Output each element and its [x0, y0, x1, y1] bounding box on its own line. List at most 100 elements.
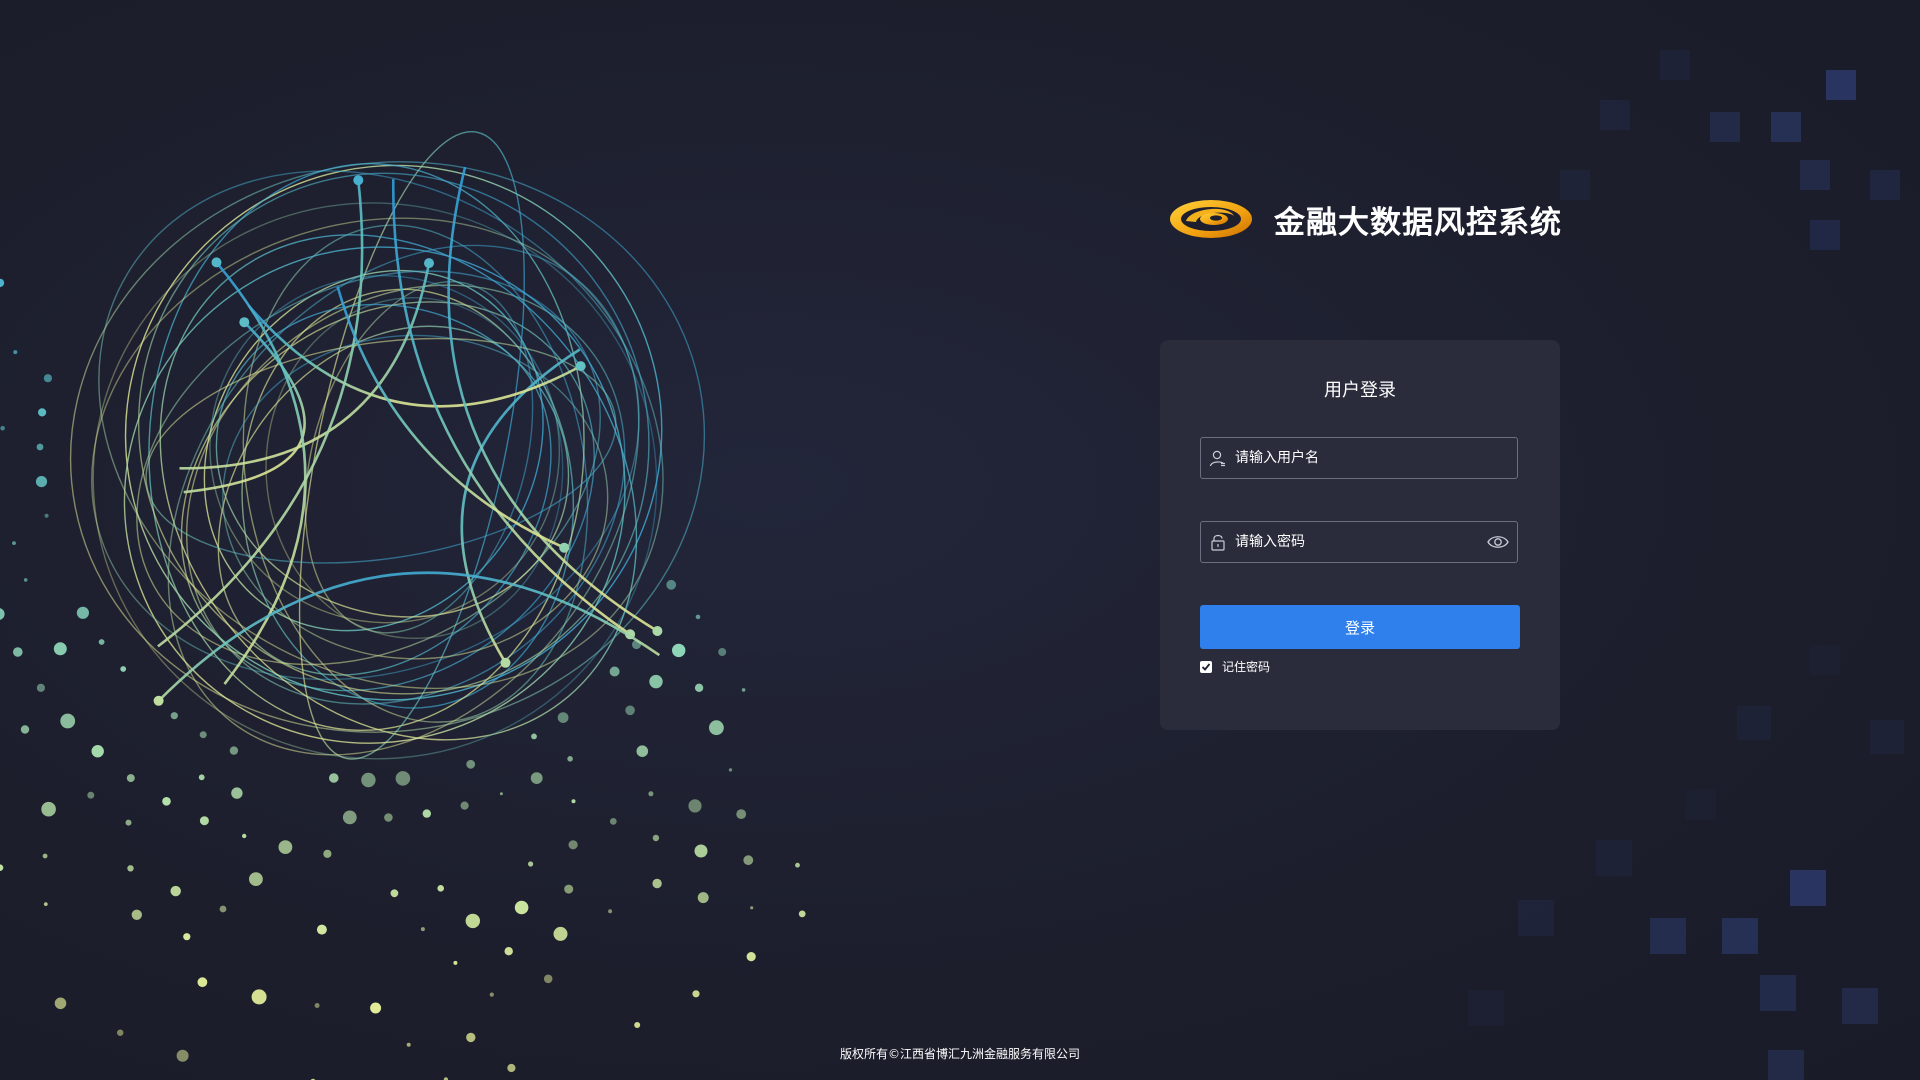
decor-dot	[608, 909, 613, 914]
decor-dot	[390, 889, 399, 898]
decor-square	[1600, 100, 1630, 130]
decor-square	[1650, 918, 1686, 954]
decor-dot	[528, 861, 534, 867]
decor-dot	[736, 809, 747, 819]
decor-dot	[278, 840, 293, 854]
decor-dot	[12, 647, 23, 657]
password-field[interactable]	[1200, 521, 1518, 563]
decor-dot	[231, 787, 243, 799]
username-field[interactable]	[1200, 437, 1518, 479]
globe-orbit-line	[91, 217, 640, 681]
decor-dot	[695, 614, 701, 620]
decor-dot	[465, 913, 480, 929]
decor-dot	[652, 878, 662, 889]
globe-orbit-line	[242, 224, 589, 723]
decor-dot	[466, 1032, 476, 1043]
decor-dot	[314, 1003, 320, 1008]
decor-square	[1596, 840, 1632, 876]
globe-node	[153, 695, 164, 706]
decor-dot	[709, 720, 724, 736]
checkbox-checked-icon[interactable]	[1200, 660, 1212, 673]
decor-dot	[199, 816, 209, 826]
decor-square	[1870, 720, 1904, 754]
decor-square	[1710, 112, 1740, 142]
decor-dot	[13, 350, 18, 355]
decor-dot	[170, 712, 178, 720]
decor-dot	[43, 374, 53, 383]
decor-square	[1790, 870, 1826, 906]
globe-orbit-line	[186, 284, 626, 705]
globe-orbit-line	[136, 270, 601, 666]
decor-square	[1737, 706, 1771, 740]
globe-node	[575, 361, 586, 372]
login-heading: 用户登录	[1324, 380, 1396, 401]
decor-dot	[530, 772, 543, 784]
user-icon	[1209, 450, 1225, 467]
decor-dot	[489, 992, 494, 997]
decor-dot	[54, 997, 67, 1010]
remember-password-label: 记住密码	[1222, 660, 1271, 674]
decor-dot	[125, 819, 132, 826]
decor-dot	[229, 746, 239, 755]
decor-dot	[0, 278, 5, 288]
decor-square	[1800, 160, 1830, 190]
decor-square	[1722, 918, 1758, 954]
globe-node	[424, 258, 434, 269]
globe-orbit-line	[241, 288, 575, 709]
decor-dot	[12, 541, 16, 545]
decor-dot	[127, 865, 134, 872]
decor-dot	[98, 639, 105, 645]
decor-square	[1686, 790, 1716, 820]
decor-dot	[634, 1022, 641, 1028]
decor-dot	[0, 425, 5, 431]
app-title: 金融大数据风控系统	[1274, 204, 1562, 241]
decor-dot	[460, 801, 469, 810]
decor-dot	[507, 1063, 516, 1073]
decor-dot	[219, 905, 227, 913]
password-input[interactable]	[1235, 522, 1475, 562]
decor-dot	[625, 705, 635, 716]
decor-dot	[170, 885, 181, 897]
decor-dot	[694, 844, 708, 858]
globe-node	[559, 542, 570, 553]
remember-password-checkbox[interactable]: 记住密码	[1200, 658, 1270, 675]
decor-dot	[23, 578, 28, 582]
decor-dot	[499, 792, 503, 796]
decor-dot	[437, 885, 445, 892]
decor-dot	[87, 791, 95, 799]
decor-dot	[746, 952, 756, 962]
decor-dot	[131, 909, 142, 920]
decor-square	[1468, 990, 1504, 1026]
decor-dot	[718, 648, 727, 656]
decor-dot	[43, 902, 48, 906]
decor-dot	[649, 674, 663, 689]
decor-dot	[370, 1002, 382, 1014]
decor-dot	[652, 834, 660, 842]
decor-dot	[557, 712, 569, 723]
dot-spiral	[0, 278, 806, 1080]
brand-header: 金融大数据风控系统	[1168, 196, 1562, 242]
decor-square	[1560, 170, 1590, 200]
eye-icon[interactable]	[1487, 533, 1509, 551]
decor-dot	[543, 974, 553, 984]
decor-square	[1826, 70, 1856, 100]
decor-square	[1810, 645, 1840, 675]
decor-dot	[120, 666, 127, 672]
decor-dot	[609, 666, 620, 677]
swirl-logo-icon	[1170, 200, 1252, 238]
globe-orbit-line	[167, 244, 640, 756]
decor-dot	[453, 960, 458, 965]
globe-network-background	[0, 50, 1904, 1080]
decor-dot	[342, 810, 357, 825]
login-page: 金融大数据风控系统 用户登录 登录	[0, 0, 1920, 1080]
decor-dot	[384, 813, 393, 822]
decor-dot	[36, 683, 46, 692]
decor-dot	[743, 855, 754, 866]
decor-square	[1842, 988, 1878, 1024]
decor-dot	[636, 745, 649, 757]
decor-dot	[422, 809, 431, 818]
decor-square	[1810, 220, 1840, 250]
login-button[interactable]: 登录	[1200, 605, 1520, 649]
decor-dot	[316, 924, 327, 935]
username-input[interactable]	[1235, 438, 1475, 478]
